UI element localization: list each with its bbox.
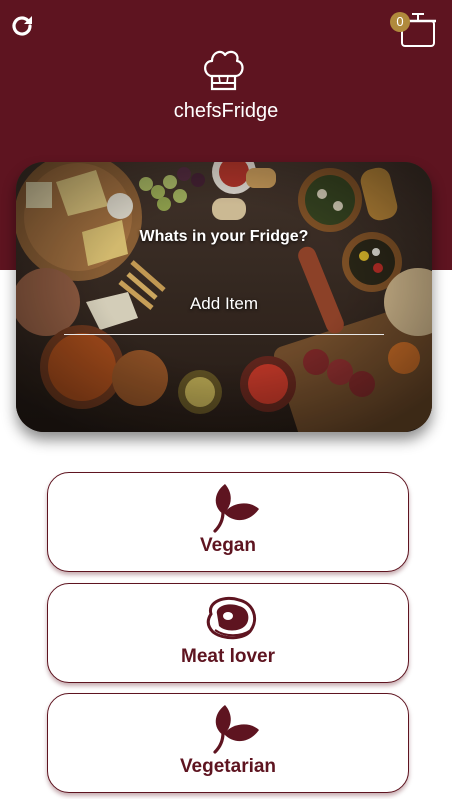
- cart-button[interactable]: 0: [388, 10, 438, 48]
- app-title: chefsFridge: [173, 100, 279, 122]
- refresh-button[interactable]: [6, 10, 38, 42]
- fridge-heading: Whats in your Fridge?: [139, 228, 309, 245]
- leaf-icon: [213, 705, 259, 754]
- cart-count-badge: 0: [390, 12, 410, 32]
- category-label: Vegan: [200, 535, 256, 556]
- steak-icon: [206, 596, 256, 640]
- category-vegetarian-button[interactable]: Vegetarian: [47, 693, 409, 793]
- add-item-placeholder: Add Item: [189, 294, 259, 313]
- category-label: Meat lover: [181, 646, 275, 667]
- chef-hat-icon: [204, 50, 244, 91]
- fridge-search-card: Whats in your Fridge? Add Item: [16, 162, 432, 432]
- category-meat-lover-button[interactable]: Meat lover: [47, 583, 409, 683]
- category-label: Vegetarian: [179, 756, 277, 777]
- refresh-icon: [12, 16, 32, 36]
- leaf-icon: [213, 484, 259, 533]
- add-item-input[interactable]: Add Item: [64, 286, 384, 335]
- category-vegan-button[interactable]: Vegan: [47, 472, 409, 572]
